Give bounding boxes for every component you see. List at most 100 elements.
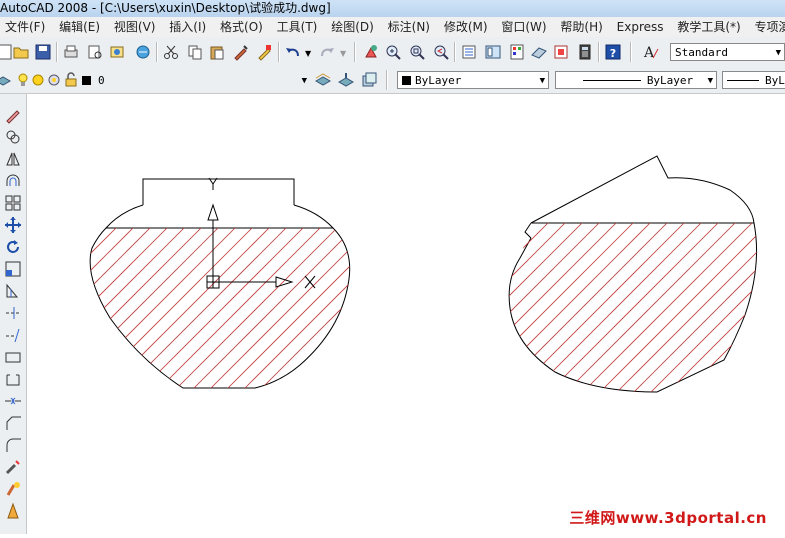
tool-palettes-icon[interactable] <box>508 43 526 61</box>
pan-realtime-icon[interactable] <box>362 43 380 61</box>
rotate-icon[interactable] <box>4 238 22 256</box>
ucs-icon <box>206 177 316 289</box>
menu-view[interactable]: 视图(V) <box>109 17 161 37</box>
erase-icon[interactable] <box>4 106 22 124</box>
copy-object-icon[interactable] <box>4 128 22 146</box>
publish-icon[interactable] <box>108 43 126 61</box>
help-icon[interactable]: ? <box>604 43 622 61</box>
hatch-line <box>90 228 137 388</box>
hatch-line <box>291 228 350 388</box>
menu-help[interactable]: 帮助(H) <box>555 17 607 37</box>
drawing-svg <box>27 155 758 393</box>
layer-previous-icon[interactable] <box>337 71 355 89</box>
menu-teaching-tools[interactable]: 教学工具(*) <box>672 17 745 37</box>
hatch-line <box>664 223 757 392</box>
redo-icon[interactable] <box>318 43 336 61</box>
menu-modify[interactable]: 修改(M) <box>439 17 493 37</box>
zoom-realtime-icon[interactable] <box>384 43 402 61</box>
hatch-line <box>509 223 569 392</box>
3d-dwf-icon[interactable] <box>134 43 152 61</box>
hatch-line <box>749 223 757 392</box>
warning-cone-icon[interactable] <box>4 502 22 520</box>
sheet-set-manager-icon[interactable] <box>530 43 548 61</box>
draw-order-icon[interactable] <box>4 480 22 498</box>
design-center-icon[interactable] <box>484 43 502 61</box>
menu-insert[interactable]: 插入(I) <box>164 17 211 37</box>
hatch-line <box>545 223 722 392</box>
color-value: ByLayer <box>415 74 462 87</box>
layer-manager-icon[interactable] <box>0 71 12 89</box>
array-icon[interactable] <box>4 194 22 212</box>
mirror-icon[interactable] <box>4 150 22 168</box>
print-icon[interactable] <box>62 43 80 61</box>
linetype-dropdown[interactable]: ByLayer ▼ <box>555 71 717 89</box>
break-icon[interactable] <box>4 370 22 388</box>
hatch-line <box>27 225 85 392</box>
zoom-previous-icon[interactable] <box>432 43 450 61</box>
undo-icon[interactable] <box>284 43 302 61</box>
standard-toolbar: ▼ ▼ ? A Standard ▼ <box>0 37 785 68</box>
hatch-line <box>90 228 205 388</box>
hatch-line <box>189 228 350 388</box>
properties-icon[interactable] <box>460 43 478 61</box>
menu-draw[interactable]: 绘图(D) <box>326 17 379 37</box>
explode-icon[interactable] <box>4 458 22 476</box>
color-dropdown[interactable]: ByLayer ▼ <box>397 71 549 89</box>
markup-set-manager-icon[interactable] <box>552 43 570 61</box>
extend-icon[interactable] <box>4 326 22 344</box>
menu-express[interactable]: Express <box>612 17 669 37</box>
match-properties-icon[interactable] <box>232 43 250 61</box>
menu-window[interactable]: 窗口(W) <box>496 17 551 37</box>
layer-states-icon[interactable] <box>360 71 378 89</box>
hatch-line <box>223 228 350 388</box>
hatch-line <box>647 223 757 392</box>
chamfer-icon[interactable] <box>4 414 22 432</box>
hatch-line <box>90 228 256 388</box>
hatch-line <box>138 228 307 388</box>
hatch-line <box>274 228 350 388</box>
copy-icon[interactable] <box>186 43 204 61</box>
hatch-line <box>90 228 120 388</box>
hatch-line <box>509 223 586 392</box>
break-at-point-icon[interactable] <box>4 348 22 366</box>
hatch-line <box>732 223 757 392</box>
undo-dropdown-icon[interactable]: ▼ <box>305 49 311 58</box>
zoom-window-icon[interactable] <box>408 43 426 61</box>
menu-dimension[interactable]: 标注(N) <box>383 17 435 37</box>
stretch-icon[interactable] <box>4 282 22 300</box>
hatch-line <box>715 223 757 392</box>
hatch-line <box>90 228 103 388</box>
fillet-icon[interactable] <box>4 436 22 454</box>
cut-icon[interactable] <box>162 43 180 61</box>
block-editor-icon[interactable] <box>256 43 274 61</box>
trim-icon[interactable] <box>4 304 22 322</box>
scale-icon[interactable] <box>4 260 22 278</box>
open-folder-icon[interactable] <box>12 43 30 61</box>
redo-dropdown-icon[interactable]: ▼ <box>340 49 346 58</box>
hatch-line <box>596 223 757 392</box>
menu-tools[interactable]: 工具(T) <box>272 17 323 37</box>
join-icon[interactable] <box>4 392 22 410</box>
menu-demo[interactable]: 专项演示 <box>750 17 785 37</box>
layer-viewport-icon[interactable] <box>45 71 63 89</box>
hatch-line <box>172 228 341 388</box>
hatch-line <box>104 228 273 388</box>
hatch-line <box>90 228 171 388</box>
make-object-layer-current-icon[interactable] <box>314 71 332 89</box>
menu-file[interactable]: 文件(F) <box>0 17 50 37</box>
window-title-bar: AutoCAD 2008 - [C:\Users\xuxin\Desktop\试… <box>0 0 785 17</box>
save-icon[interactable] <box>34 43 52 61</box>
layer-dropdown[interactable]: 0 ▼ <box>93 71 311 89</box>
move-icon[interactable] <box>4 216 22 234</box>
text-style-icon[interactable]: A <box>642 43 660 61</box>
quickcalc-icon[interactable] <box>576 43 594 61</box>
right-hatch-pattern <box>509 223 757 392</box>
text-style-dropdown[interactable]: Standard ▼ <box>670 43 785 61</box>
print-preview-icon[interactable] <box>86 43 104 61</box>
drawing-canvas[interactable]: 三维网www.3dportal.cn <box>27 94 785 534</box>
menu-edit[interactable]: 编辑(E) <box>54 17 105 37</box>
lineweight-dropdown[interactable]: ByLa <box>722 71 785 89</box>
paste-icon[interactable] <box>208 43 226 61</box>
menu-format[interactable]: 格式(O) <box>215 17 268 37</box>
offset-icon[interactable] <box>4 172 22 190</box>
